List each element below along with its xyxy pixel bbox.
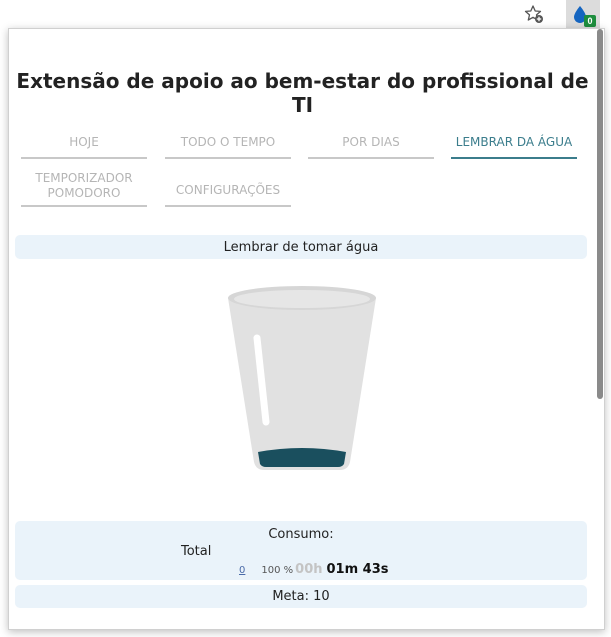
count-link[interactable]: 0 <box>239 565 245 576</box>
total-detail: 0 100 % 00h 01m 43s <box>239 562 389 577</box>
tab-hoje[interactable]: HOJE <box>21 127 147 159</box>
consumption-stats: Consumo: Total 0 100 % 00h 01m 43s <box>15 521 587 580</box>
goal-panel: Meta: 10 <box>15 585 587 608</box>
tab-lembrar-da-agua[interactable]: LEMBRAR DA ÁGUA <box>451 127 577 159</box>
percent-value: 100 % <box>261 565 294 576</box>
tab-por-dias[interactable]: POR DIAS <box>308 127 434 159</box>
scrollbar-thumb[interactable] <box>597 29 603 399</box>
total-label: Total <box>181 544 212 559</box>
tab-temporizador-pomodoro[interactable]: TEMPORIZADOR POMODORO <box>21 167 147 207</box>
browser-toolbar: 0 <box>0 0 611 28</box>
reminder-panel: Lembrar de tomar água <box>15 235 587 259</box>
page-title: Extensão de apoio ao bem-estar do profis… <box>16 69 589 117</box>
water-glass <box>222 284 382 479</box>
extension-button[interactable]: 0 <box>566 0 600 28</box>
time-hours: 00h <box>295 562 323 577</box>
extension-badge: 0 <box>584 15 596 27</box>
tab-todo-o-tempo[interactable]: TODO O TEMPO <box>165 127 291 159</box>
consumo-label: Consumo: <box>268 527 334 542</box>
scrollbar[interactable] <box>596 29 604 629</box>
tab-configuracoes[interactable]: CONFIGURAÇÕES <box>165 175 291 207</box>
time-value: 01m 43s <box>326 562 389 577</box>
goal-label: Meta: 10 <box>272 589 330 604</box>
reminder-label: Lembrar de tomar água <box>223 239 379 255</box>
extension-popup: Extensão de apoio ao bem-estar do profis… <box>8 28 605 630</box>
bookmark-star-icon[interactable] <box>522 3 546 25</box>
